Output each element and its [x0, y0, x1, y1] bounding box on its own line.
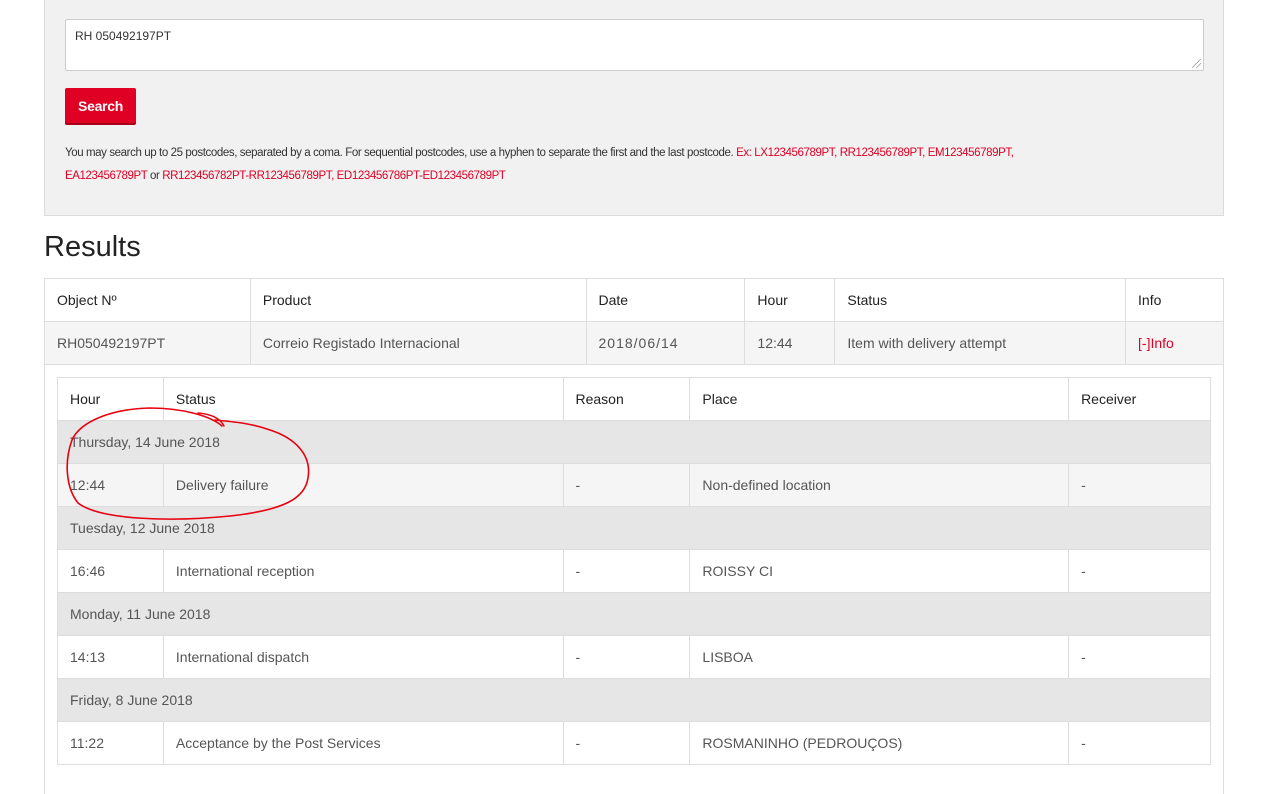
events-table: Hour Status Reason Place Receiver Thursd…	[57, 377, 1211, 765]
table-row: RH050492197PT Correio Registado Internac…	[44, 321, 1224, 365]
info-toggle-link[interactable]: [-]Info	[1138, 335, 1174, 351]
help-example-2: EA123456789PT	[65, 170, 148, 182]
day-label: Monday, 11 June 2018	[57, 592, 1211, 636]
event-receiver: -	[1068, 549, 1211, 593]
ev-col-status: Status	[162, 377, 564, 421]
results-header-row: Object Nº Product Date Hour Status Info	[44, 278, 1224, 322]
event-receiver: -	[1068, 635, 1211, 679]
event-hour: 11:22	[57, 721, 164, 765]
event-status: International reception	[162, 549, 564, 593]
help-example-1: Ex: LX123456789PT, RR123456789PT, EM1234…	[736, 147, 1014, 159]
event-status: International dispatch	[162, 635, 564, 679]
event-reason: -	[562, 721, 691, 765]
cell-hour: 12:44	[744, 321, 836, 365]
event-place: Non-defined location	[689, 463, 1070, 507]
cell-status: Item with delivery attempt	[834, 321, 1127, 365]
day-row: Monday, 11 June 2018	[57, 592, 1211, 636]
col-object: Object Nº	[44, 278, 251, 322]
event-hour: 12:44	[57, 463, 164, 507]
col-info: Info	[1125, 278, 1224, 322]
cell-date: 2018/06/14	[585, 321, 746, 365]
help-example-3: RR123456782PT-RR123456789PT, ED123456786…	[162, 170, 506, 182]
table-row: 11:22 Acceptance by the Post Services - …	[57, 721, 1211, 765]
table-row: 12:44 Delivery failure - Non-defined loc…	[57, 463, 1211, 507]
event-place: ROISSY CI	[689, 549, 1070, 593]
event-receiver: -	[1068, 721, 1211, 765]
col-status: Status	[834, 278, 1127, 322]
events-header-row: Hour Status Reason Place Receiver	[57, 377, 1211, 421]
results-title: Results	[44, 231, 141, 263]
event-reason: -	[562, 549, 691, 593]
table-row: 16:46 International reception - ROISSY C…	[57, 549, 1211, 593]
event-hour: 14:13	[57, 635, 164, 679]
day-label: Thursday, 14 June 2018	[57, 420, 1211, 464]
ev-col-reason: Reason	[562, 377, 691, 421]
event-status: Acceptance by the Post Services	[162, 721, 564, 765]
event-place: ROSMANINHO (PEDROUÇOS)	[689, 721, 1070, 765]
day-label: Tuesday, 12 June 2018	[57, 506, 1211, 550]
search-input[interactable]: RH 050492197PT	[65, 19, 1204, 71]
search-help-text: You may search up to 25 postcodes, separ…	[65, 142, 1205, 188]
search-button[interactable]: Search	[65, 88, 136, 123]
ev-col-place: Place	[689, 377, 1070, 421]
event-reason: -	[562, 463, 691, 507]
col-product: Product	[249, 278, 587, 322]
resize-grip-icon[interactable]	[1192, 59, 1201, 68]
day-row: Tuesday, 12 June 2018	[57, 506, 1211, 550]
event-status: Delivery failure	[162, 463, 564, 507]
event-place: LISBOA	[689, 635, 1070, 679]
search-panel: RH 050492197PT Search You may search up …	[44, 0, 1224, 216]
event-reason: -	[562, 635, 691, 679]
help-example-or: or	[147, 170, 163, 182]
cell-info: [-]Info	[1125, 321, 1224, 365]
col-hour: Hour	[744, 278, 836, 322]
event-receiver: -	[1068, 463, 1211, 507]
help-text-body: You may search up to 25 postcodes, separ…	[65, 147, 734, 159]
day-row: Thursday, 14 June 2018	[57, 420, 1211, 464]
day-label: Friday, 8 June 2018	[57, 678, 1211, 722]
search-input-value: RH 050492197PT	[75, 29, 172, 43]
results-table: Object Nº Product Date Hour Status Info …	[44, 278, 1224, 365]
day-row: Friday, 8 June 2018	[57, 678, 1211, 722]
table-row: 14:13 International dispatch - LISBOA -	[57, 635, 1211, 679]
ev-col-hour: Hour	[57, 377, 164, 421]
event-hour: 16:46	[57, 549, 164, 593]
cell-object: RH050492197PT	[44, 321, 251, 365]
cell-product: Correio Registado Internacional	[249, 321, 587, 365]
ev-col-receiver: Receiver	[1068, 377, 1211, 421]
col-date: Date	[585, 278, 746, 322]
